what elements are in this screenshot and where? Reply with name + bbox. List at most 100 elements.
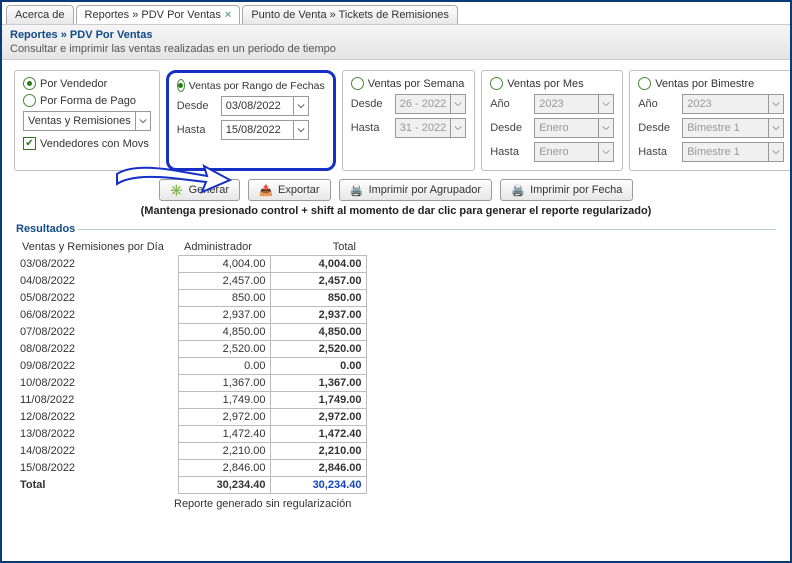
- printer-icon: 🖨️: [350, 183, 364, 197]
- radio-icon: [490, 77, 503, 90]
- tab-acerca-de[interactable]: Acerca de: [6, 5, 74, 24]
- table-row: 09/08/20220.000.00: [16, 358, 366, 375]
- table-row: 07/08/20224,850.004,850.00: [16, 324, 366, 341]
- cell-admin: 2,972.00: [178, 409, 270, 426]
- table-row: 03/08/20224,004.004,004.00: [16, 256, 366, 273]
- label-hasta: Hasta: [177, 124, 215, 136]
- radio-mes[interactable]: Ventas por Mes: [490, 77, 614, 90]
- radio-rango-fechas[interactable]: Ventas por Rango de Fechas: [177, 79, 325, 92]
- chevron-down-icon: [598, 119, 613, 137]
- cell-admin: 1,367.00: [178, 375, 270, 392]
- table-row: 06/08/20222,937.002,937.00: [16, 307, 366, 324]
- bim-hasta-input[interactable]: Bimestre 1: [682, 142, 784, 162]
- checkbox-vendedores-movs[interactable]: Vendedores con Movs: [23, 137, 151, 150]
- chevron-down-icon: [768, 143, 783, 161]
- cell-admin: 1,749.00: [178, 392, 270, 409]
- filter-group-mes: Ventas por Mes Año 2023 Desde Enero Hast…: [481, 70, 623, 171]
- table-row: 10/08/20221,367.001,367.00: [16, 375, 366, 392]
- radio-por-forma-pago[interactable]: Por Forma de Pago: [23, 94, 151, 107]
- semana-desde-input[interactable]: 26 - 2022: [395, 94, 466, 114]
- chevron-down-icon: [450, 119, 465, 137]
- cell-total: 1,367.00: [270, 375, 366, 392]
- chevron-down-icon: [450, 95, 465, 113]
- cell-admin: 4,850.00: [178, 324, 270, 341]
- tab-tickets-remisiones[interactable]: Punto de Venta » Tickets de Remisiones: [242, 5, 458, 24]
- action-button-bar: ✳️Generar 📤Exportar 🖨️Imprimir por Agrup…: [2, 179, 790, 201]
- chevron-down-icon: [768, 119, 783, 137]
- table-row: 14/08/20222,210.002,210.00: [16, 443, 366, 460]
- gear-star-icon: ✳️: [170, 183, 184, 197]
- cell-admin: 2,520.00: [178, 341, 270, 358]
- cell-total-admin: 30,234.40: [178, 477, 270, 494]
- results-table: Ventas y Remisiones por Día Administrado…: [16, 239, 367, 494]
- cell-date: 11/08/2022: [16, 392, 178, 409]
- cell-admin: 850.00: [178, 290, 270, 307]
- printer-icon: 🖨️: [511, 183, 525, 197]
- tipo-ventas-combo[interactable]: Ventas y Remisiones: [23, 111, 151, 131]
- table-total-row: Total30,234.4030,234.40: [16, 477, 366, 494]
- cell-admin: 2,846.00: [178, 460, 270, 477]
- cell-total: 2,210.00: [270, 443, 366, 460]
- col-fecha: Ventas y Remisiones por Día: [16, 239, 178, 256]
- bim-ano-input[interactable]: 2023: [682, 94, 784, 114]
- cell-date: 15/08/2022: [16, 460, 178, 477]
- page-title: Reportes » PDV Por Ventas: [10, 29, 782, 41]
- results-title: Resultados: [16, 223, 776, 235]
- page-description: Consultar e imprimir las ventas realizad…: [10, 43, 782, 55]
- mes-desde-input[interactable]: Enero: [534, 118, 614, 138]
- radio-icon: [23, 77, 36, 90]
- semana-hasta-input[interactable]: 31 - 2022: [395, 118, 466, 138]
- cell-date: 05/08/2022: [16, 290, 178, 307]
- radio-por-vendedor[interactable]: Por Vendedor: [23, 77, 151, 90]
- bim-desde-input[interactable]: Bimestre 1: [682, 118, 784, 138]
- cell-date: 13/08/2022: [16, 426, 178, 443]
- filter-group-semana: Ventas por Semana Desde 26 - 2022 Hasta …: [342, 70, 475, 171]
- chevron-down-icon: [293, 121, 308, 139]
- cell-total: 2,937.00: [270, 307, 366, 324]
- mes-hasta-input[interactable]: Enero: [534, 142, 614, 162]
- radio-icon: [351, 77, 364, 90]
- close-icon[interactable]: ×: [225, 9, 231, 21]
- cell-total: 1,472.40: [270, 426, 366, 443]
- cell-total: 2,520.00: [270, 341, 366, 358]
- cell-admin: 4,004.00: [178, 256, 270, 273]
- filter-group-vendedor: Por Vendedor Por Forma de Pago Ventas y …: [14, 70, 160, 171]
- radio-icon: [177, 79, 185, 92]
- chevron-down-icon: [293, 97, 308, 115]
- radio-icon: [638, 77, 651, 90]
- table-row: 13/08/20221,472.401,472.40: [16, 426, 366, 443]
- table-row: 08/08/20222,520.002,520.00: [16, 341, 366, 358]
- label-desde: Desde: [177, 100, 215, 112]
- mes-ano-input[interactable]: 2023: [534, 94, 614, 114]
- exportar-button[interactable]: 📤Exportar: [248, 179, 331, 201]
- cell-date: 06/08/2022: [16, 307, 178, 324]
- fecha-hasta-input[interactable]: 15/08/2022: [221, 120, 309, 140]
- generar-button[interactable]: ✳️Generar: [159, 179, 240, 201]
- radio-icon: [23, 94, 36, 107]
- cell-date: 12/08/2022: [16, 409, 178, 426]
- filter-group-fechas: Ventas por Rango de Fechas Desde 03/08/2…: [166, 70, 336, 171]
- cell-admin: 2,937.00: [178, 307, 270, 324]
- cell-date: 14/08/2022: [16, 443, 178, 460]
- fecha-desde-input[interactable]: 03/08/2022: [221, 96, 309, 116]
- cell-admin: 1,472.40: [178, 426, 270, 443]
- cell-admin: 0.00: [178, 358, 270, 375]
- chevron-down-icon: [598, 95, 613, 113]
- export-icon: 📤: [259, 183, 273, 197]
- cell-date: 10/08/2022: [16, 375, 178, 392]
- cell-total: 4,004.00: [270, 256, 366, 273]
- tab-pdv-por-ventas[interactable]: Reportes » PDV Por Ventas×: [76, 5, 241, 24]
- cell-date: 04/08/2022: [16, 273, 178, 290]
- table-row: 04/08/20222,457.002,457.00: [16, 273, 366, 290]
- cell-total: 850.00: [270, 290, 366, 307]
- cell-total: 0.00: [270, 358, 366, 375]
- filter-group-bimestre: Ventas por Bimestre Año 2023 Desde Bimes…: [629, 70, 792, 171]
- table-row: 11/08/20221,749.001,749.00: [16, 392, 366, 409]
- radio-semana[interactable]: Ventas por Semana: [351, 77, 466, 90]
- cell-admin: 2,457.00: [178, 273, 270, 290]
- cell-total-total: 30,234.40: [270, 477, 366, 494]
- imprimir-fecha-button[interactable]: 🖨️Imprimir por Fecha: [500, 179, 633, 201]
- footer-note: Reporte generado sin regularización: [174, 498, 776, 510]
- radio-bimestre[interactable]: Ventas por Bimestre: [638, 77, 784, 90]
- imprimir-agrupador-button[interactable]: 🖨️Imprimir por Agrupador: [339, 179, 493, 201]
